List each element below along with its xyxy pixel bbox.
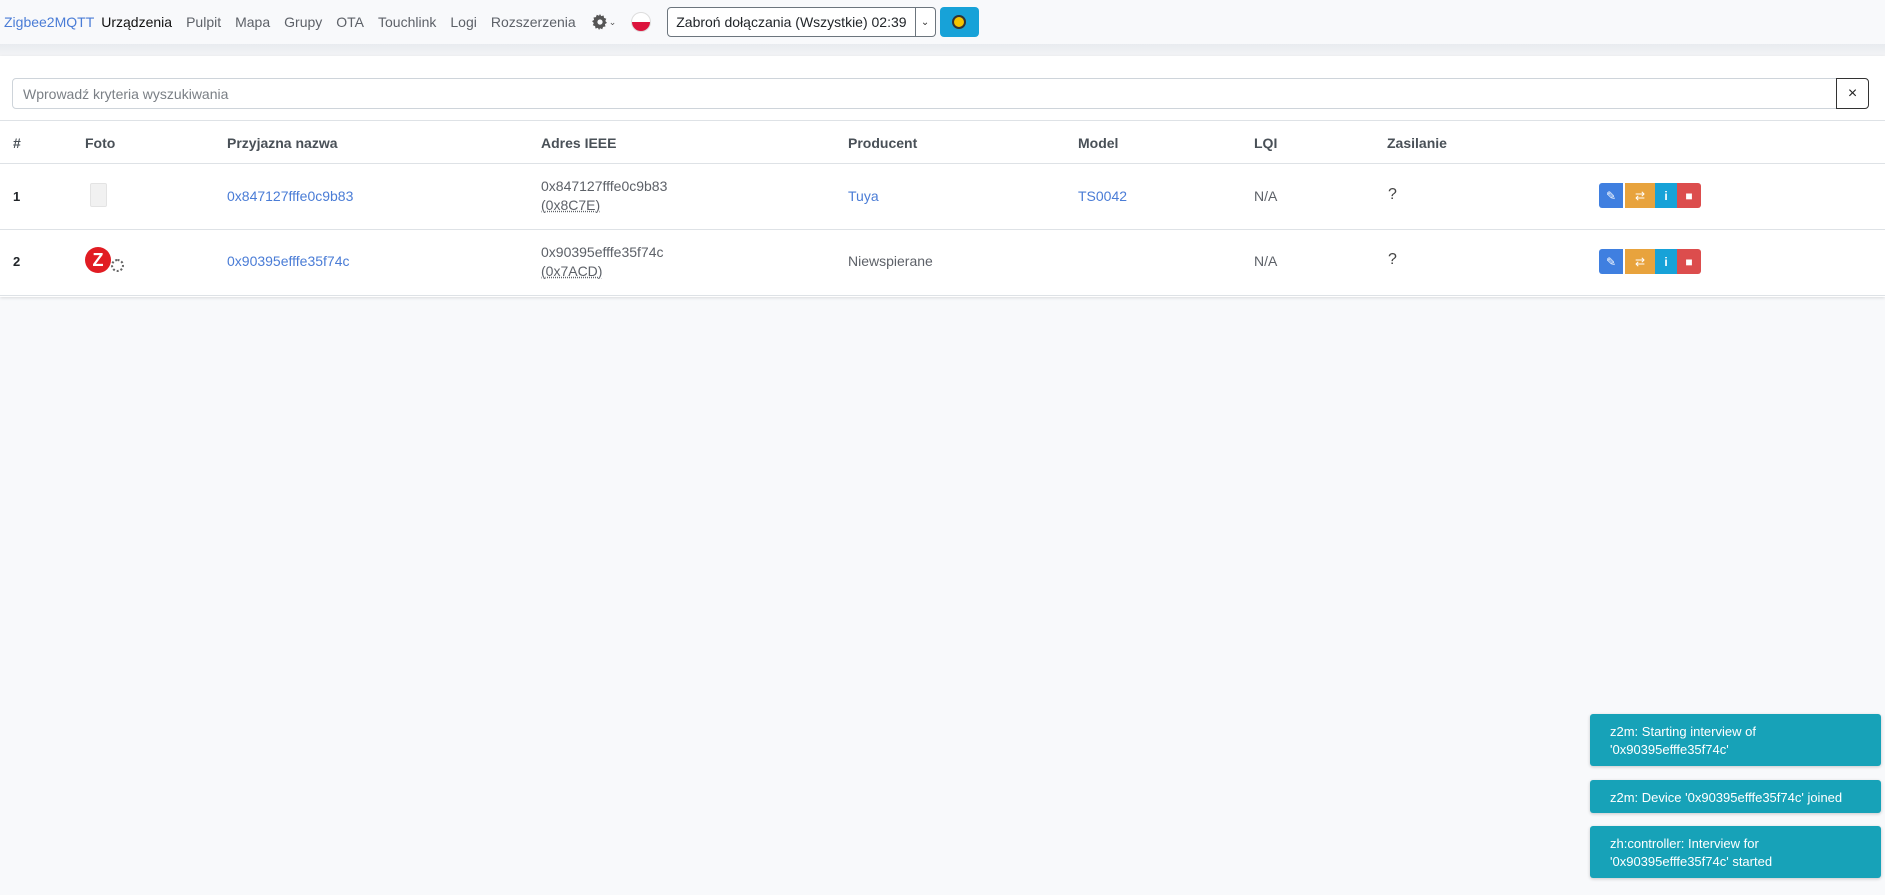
- lqi-value: N/A: [1254, 188, 1278, 204]
- navbar-divider: [0, 44, 1885, 56]
- info-icon: i: [1664, 188, 1668, 203]
- toast-notification[interactable]: z2m: Device '0x90395efffe35f74c' joined: [1590, 780, 1881, 813]
- delete-button[interactable]: ■: [1677, 249, 1701, 274]
- nav-dashboard[interactable]: Pulpit: [186, 14, 221, 30]
- ieee-address: 0x90395efffe35f74c: [541, 244, 664, 260]
- chevron-down-icon: ⌄: [920, 16, 930, 28]
- delete-button[interactable]: ■: [1677, 183, 1701, 208]
- toast-notification[interactable]: z2m: Starting interview of '0x90395efffe…: [1590, 714, 1881, 766]
- info-button[interactable]: i: [1655, 183, 1677, 208]
- col-photo[interactable]: Foto: [85, 135, 115, 151]
- col-model[interactable]: Model: [1078, 135, 1118, 151]
- sun-icon: [952, 15, 967, 29]
- theme-toggle-button[interactable]: [939, 7, 979, 37]
- row-actions: ✎ ⇄ i ■: [1599, 249, 1701, 274]
- power-source-icon: ?: [1388, 186, 1397, 203]
- permit-join-button[interactable]: Zabroń dołączania (Wszystkie) 02:39: [667, 7, 916, 37]
- col-friendly-name[interactable]: Przyjazna nazwa: [227, 135, 338, 151]
- refresh-icon: ⇄: [1634, 254, 1646, 269]
- edit-button[interactable]: ✎: [1599, 183, 1623, 208]
- zigbee-logo-icon: Z: [85, 247, 111, 273]
- vendor-link[interactable]: Tuya: [848, 188, 879, 204]
- search-row: ×: [12, 78, 1869, 109]
- search-input[interactable]: [12, 78, 1837, 109]
- edit-icon: ✎: [1605, 254, 1617, 269]
- close-icon: ×: [1847, 84, 1858, 102]
- nav-groups[interactable]: Grupy: [284, 14, 322, 30]
- poland-flag-icon[interactable]: [631, 12, 652, 32]
- col-ieee-address[interactable]: Adres IEEE: [541, 135, 616, 151]
- row-actions: ✎ ⇄ i ■: [1599, 183, 1701, 208]
- nav-logs[interactable]: Logi: [450, 14, 476, 30]
- device-friendly-name-link[interactable]: 0x847127fffe0c9b83: [227, 188, 353, 204]
- nav-devices[interactable]: Urządzenia: [101, 14, 172, 30]
- loading-spinner-icon: [111, 259, 124, 272]
- nav-ota[interactable]: OTA: [336, 14, 364, 30]
- row-index: 2: [13, 254, 21, 269]
- power-source-icon: ?: [1388, 251, 1397, 268]
- refresh-icon: ⇄: [1634, 188, 1646, 203]
- navbar: Zigbee2MQTT Urządzenia Pulpit Mapa Grupy…: [0, 0, 1885, 44]
- col-lqi[interactable]: LQI: [1254, 135, 1277, 151]
- settings-dropdown[interactable]: ⌄: [591, 14, 617, 30]
- model-link[interactable]: TS0042: [1078, 188, 1127, 204]
- devices-card: × # Foto Przyjazna nazwa Adres IEEE Prod…: [0, 56, 1885, 297]
- trash-icon: ■: [1685, 188, 1693, 203]
- chevron-down-icon: ⌄: [608, 16, 617, 27]
- network-address: (0x7ACD): [541, 263, 603, 279]
- row-index: 1: [13, 189, 21, 204]
- col-power[interactable]: Zasilanie: [1387, 135, 1447, 151]
- table-header: # Foto Przyjazna nazwa Adres IEEE Produc…: [0, 120, 1885, 164]
- toast-notification[interactable]: zh:controller: Interview for '0x90395eff…: [1590, 826, 1881, 878]
- edit-icon: ✎: [1605, 188, 1617, 203]
- gear-icon: [591, 14, 607, 30]
- vendor-value: Niewspierane: [848, 253, 933, 269]
- nav-map[interactable]: Mapa: [235, 14, 270, 30]
- nav-extensions[interactable]: Rozszerzenia: [491, 14, 576, 30]
- ieee-address: 0x847127fffe0c9b83: [541, 178, 668, 194]
- network-address: (0x8C7E): [541, 197, 601, 213]
- clear-search-button[interactable]: ×: [1836, 78, 1869, 109]
- nav-touchlink[interactable]: Touchlink: [378, 14, 436, 30]
- col-vendor[interactable]: Producent: [848, 135, 917, 151]
- permit-join-dropdown-toggle[interactable]: ⌄: [915, 7, 936, 37]
- info-icon: i: [1664, 254, 1668, 269]
- reconfigure-button[interactable]: ⇄: [1625, 183, 1655, 208]
- permit-join-group: Zabroń dołączania (Wszystkie) 02:39 ⌄: [667, 7, 936, 37]
- brand-link[interactable]: Zigbee2MQTT: [4, 14, 94, 30]
- col-index[interactable]: #: [13, 135, 21, 151]
- device-friendly-name-link[interactable]: 0x90395efffe35f74c: [227, 253, 350, 269]
- info-button[interactable]: i: [1655, 249, 1677, 274]
- table-row: 1 0x847127fffe0c9b83 0x847127fffe0c9b83 …: [0, 164, 1885, 230]
- table-row: 2 Z 0x90395efffe35f74c 0x90395efffe35f74…: [0, 230, 1885, 296]
- lqi-value: N/A: [1254, 253, 1278, 269]
- device-image: [90, 183, 107, 207]
- edit-button[interactable]: ✎: [1599, 249, 1623, 274]
- reconfigure-button[interactable]: ⇄: [1625, 249, 1655, 274]
- trash-icon: ■: [1685, 254, 1693, 269]
